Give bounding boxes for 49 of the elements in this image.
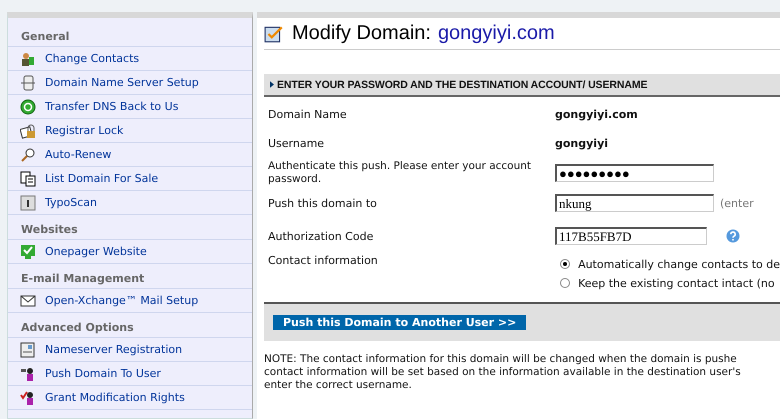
- card-icon: [20, 342, 36, 358]
- sidebar-link[interactable]: Registrar Lock: [45, 124, 124, 137]
- sidebar-link[interactable]: Grant Modification Rights: [45, 391, 185, 404]
- radio-label: Automatically change contacts to de: [578, 258, 780, 270]
- field-hint: (enter: [720, 196, 754, 210]
- sidebar-link[interactable]: Domain Name Server Setup: [45, 76, 199, 89]
- triangle-icon: [270, 81, 274, 88]
- padlock-icon: [20, 122, 36, 138]
- people-icon: [20, 50, 36, 66]
- field-value: gongyiyi.com: [555, 108, 638, 121]
- section-heading: Websites: [8, 219, 252, 240]
- sidebar-link[interactable]: Transfer DNS Back to Us: [45, 100, 178, 113]
- sidebar-link[interactable]: Nameserver Registration: [45, 343, 182, 356]
- sidebar-link[interactable]: Change Contacts: [45, 52, 140, 65]
- username-field[interactable]: nkung: [555, 194, 714, 212]
- radio-label: Keep the existing contact intact (no: [578, 276, 775, 290]
- push-button[interactable]: Push this Domain to Another User >>: [273, 315, 526, 330]
- radio-button[interactable]: [560, 278, 570, 288]
- person-icon: [20, 390, 36, 406]
- field-label: Domain Name: [268, 108, 348, 121]
- person-icon: [20, 366, 36, 382]
- envelope-icon: [20, 292, 36, 308]
- domain-name: gongyiyi.com: [438, 22, 555, 45]
- password-field[interactable]: ●●●●●●●●●: [555, 164, 714, 182]
- section-header: ENTER YOUR PASSWORD AND THE DESTINATION ACCOUNT/ USERNAME: [277, 78, 648, 90]
- note-text: NOTE: The contact information for this domain will be changed when the domain is pushe contact information will be set based on the information available in the destination user's enter the correct username.: [264, 353, 742, 392]
- magnifier-icon: [20, 146, 36, 162]
- section-heading: Advanced Options: [8, 317, 252, 338]
- section-heading: E-mail Management: [8, 268, 252, 289]
- sidebar-link[interactable]: Auto-Renew: [45, 148, 112, 161]
- field-label: Authorization Code: [268, 230, 374, 242]
- radio-button[interactable]: [560, 259, 570, 269]
- sidebar-link[interactable]: TypoScan: [45, 196, 97, 209]
- field-label: Contact information: [268, 254, 379, 269]
- monitor-icon: [20, 244, 36, 260]
- field-label: Push this domain to: [268, 196, 378, 210]
- server-icon: [20, 74, 36, 90]
- section-heading: General: [8, 26, 252, 47]
- help-icon[interactable]: [726, 229, 740, 243]
- sidebar-link[interactable]: Push Domain To User: [45, 367, 161, 380]
- page-title: Modify Domain:: [292, 22, 431, 45]
- field-label: Authenticate this push. Please enter your account password.: [268, 160, 532, 186]
- documents-icon: [20, 170, 36, 186]
- field-value: gongyiyi: [555, 137, 608, 150]
- sidebar-link[interactable]: List Domain For Sale: [45, 172, 158, 185]
- sidebar-link[interactable]: Open-Xchange™ Mail Setup: [45, 294, 198, 307]
- code-field[interactable]: 117B55FB7D: [555, 227, 707, 245]
- field-label: Username: [268, 137, 326, 150]
- sidebar-link[interactable]: Onepager Website: [45, 245, 147, 258]
